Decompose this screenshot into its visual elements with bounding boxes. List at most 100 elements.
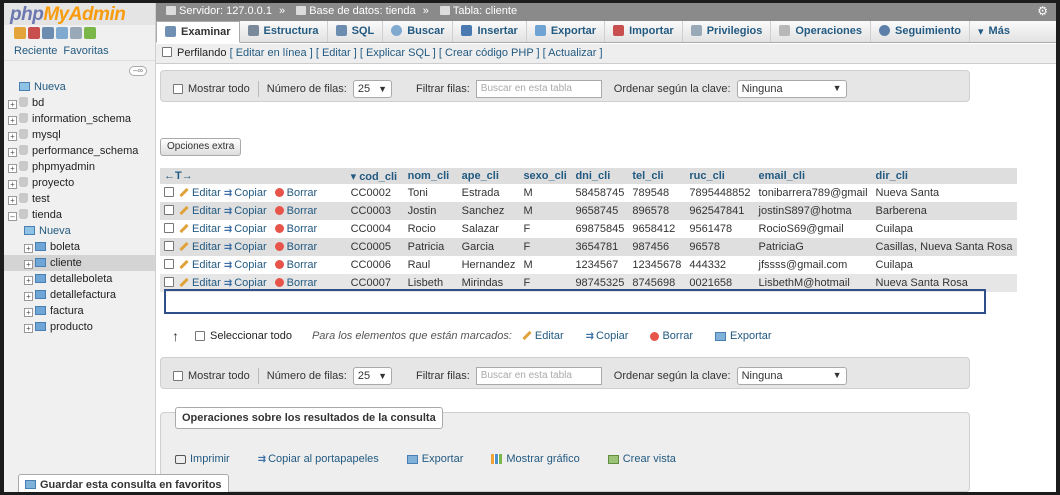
- cell-dir-cli[interactable]: Casillas, Nueva Santa Rosa: [871, 238, 1017, 256]
- cell-sexo-cli[interactable]: F: [519, 220, 572, 238]
- row-checkbox[interactable]: [164, 241, 174, 251]
- edit-row-button[interactable]: Editar: [179, 223, 221, 235]
- cell-email-cli[interactable]: jfssss@gmail.com: [754, 256, 872, 274]
- info-icon[interactable]: [56, 27, 68, 39]
- cell-ape-cli[interactable]: Estrada: [457, 184, 520, 202]
- copy-row-button[interactable]: ⇉ Copiar: [224, 223, 267, 235]
- tree-item-tienda-new[interactable]: Nueva: [4, 223, 155, 239]
- expand-icon[interactable]: +: [24, 324, 33, 333]
- cell-dir-cli[interactable]: Cuilapa: [871, 220, 1017, 238]
- tab-examinar[interactable]: Examinar: [156, 21, 240, 43]
- breadcrumb-server[interactable]: Servidor: 127.0.0.1: [179, 5, 272, 17]
- cell-dni-cli[interactable]: 1234567: [571, 256, 629, 274]
- edit-row-button[interactable]: Editar: [179, 277, 221, 289]
- delete-row-button[interactable]: Borrar: [274, 205, 317, 217]
- tab-importar[interactable]: Importar: [605, 21, 683, 42]
- cell-ruc-cli[interactable]: 7895448852: [685, 184, 755, 202]
- bulk-copy-button[interactable]: ⇉ Copiar: [586, 330, 629, 342]
- copy-clipboard-link[interactable]: ⇉ Copiar al portapapeles: [258, 453, 379, 465]
- cell-nom-cli[interactable]: Raul: [403, 256, 458, 274]
- filter-rows-input[interactable]: Buscar en esta tabla: [475, 80, 602, 98]
- expand-icon[interactable]: +: [24, 276, 33, 285]
- tab-privilegios[interactable]: Privilegios: [683, 21, 772, 42]
- select-all-checkbox[interactable]: [195, 331, 205, 341]
- expand-icon[interactable]: +: [24, 292, 33, 301]
- cell-nom-cli[interactable]: Rocio: [403, 220, 458, 238]
- copy-row-button[interactable]: ⇉ Copiar: [224, 187, 267, 199]
- cell-ruc-cli[interactable]: 962547841: [685, 202, 755, 220]
- column-resize-icon[interactable]: ←T→: [160, 168, 271, 184]
- tree-item-detallefactura[interactable]: + detallefactura: [4, 287, 155, 303]
- cell-dir-cli[interactable]: Nueva Santa Rosa: [871, 274, 1017, 292]
- show-all-checkbox[interactable]: [173, 84, 183, 94]
- expand-icon[interactable]: +: [24, 260, 33, 269]
- cell-dir-cli[interactable]: Nueva Santa: [871, 184, 1017, 202]
- cell-cod-cli[interactable]: CC0003: [346, 202, 404, 220]
- sort-select[interactable]: Ninguna ▼: [736, 367, 847, 385]
- delete-row-button[interactable]: Borrar: [274, 187, 317, 199]
- delete-row-button[interactable]: Borrar: [274, 277, 317, 289]
- cell-dni-cli[interactable]: 58458745: [571, 184, 629, 202]
- expand-icon[interactable]: +: [8, 180, 17, 189]
- cell-ape-cli[interactable]: Garcia: [457, 238, 520, 256]
- delete-row-button[interactable]: Borrar: [274, 241, 317, 253]
- tree-item-test[interactable]: + test: [4, 191, 155, 207]
- print-link[interactable]: Imprimir: [175, 453, 230, 465]
- cell-dni-cli[interactable]: 3654781: [571, 238, 629, 256]
- cell-ape-cli[interactable]: Salazar: [457, 220, 520, 238]
- breadcrumb-table[interactable]: Tabla: cliente: [453, 5, 517, 17]
- cell-dir-cli[interactable]: Cuilapa: [871, 256, 1017, 274]
- create-view-link[interactable]: Crear vista: [607, 453, 676, 465]
- tab-seguimiento[interactable]: Seguimiento: [871, 21, 971, 42]
- cell-sexo-cli[interactable]: M: [519, 202, 572, 220]
- tab-sql[interactable]: SQL: [328, 21, 384, 42]
- expand-icon[interactable]: +: [8, 116, 17, 125]
- copy-row-button[interactable]: ⇉ Copiar: [224, 241, 267, 253]
- tree-item-factura[interactable]: + factura: [4, 303, 155, 319]
- collapse-icon[interactable]: –∞: [129, 66, 147, 76]
- extra-options-button[interactable]: Opciones extra: [160, 138, 242, 156]
- header-ape-cli[interactable]: ape_cli: [457, 168, 520, 184]
- bookmark-query[interactable]: Guardar esta consulta en favoritos: [18, 474, 229, 492]
- cell-ape-cli[interactable]: Mirindas: [457, 274, 520, 292]
- cell-email-cli[interactable]: jostinS897@hotma: [754, 202, 872, 220]
- breadcrumb-database[interactable]: Base de datos: tienda: [309, 5, 415, 17]
- cell-dir-cli[interactable]: Barberena: [871, 202, 1017, 220]
- cell-sexo-cli[interactable]: F: [519, 274, 572, 292]
- cell-email-cli[interactable]: RocioS69@gmail: [754, 220, 872, 238]
- sort-select[interactable]: Ninguna ▼: [736, 80, 847, 98]
- delete-row-button[interactable]: Borrar: [274, 259, 317, 271]
- cell-dni-cli[interactable]: 9658745: [571, 202, 629, 220]
- expand-icon[interactable]: +: [8, 148, 17, 157]
- expand-icon[interactable]: +: [8, 100, 17, 109]
- header-ruc-cli[interactable]: ruc_cli: [685, 168, 755, 184]
- bulk-export-button[interactable]: Exportar: [715, 330, 772, 342]
- logout-icon[interactable]: [28, 27, 40, 39]
- header-email-cli[interactable]: email_cli: [754, 168, 872, 184]
- docs-icon[interactable]: [42, 27, 54, 39]
- cell-nom-cli[interactable]: Patricia: [403, 238, 458, 256]
- tab-estructura[interactable]: Estructura: [240, 21, 328, 42]
- tree-item-proyecto[interactable]: + proyecto: [4, 175, 155, 191]
- tree-item-boleta[interactable]: + boleta: [4, 239, 155, 255]
- row-checkbox[interactable]: [164, 277, 174, 287]
- home-icon[interactable]: [14, 27, 26, 39]
- row-checkbox[interactable]: [164, 223, 174, 233]
- cell-cod-cli[interactable]: CC0004: [346, 220, 404, 238]
- reload-icon[interactable]: [84, 27, 96, 39]
- cell-dni-cli[interactable]: 98745325: [571, 274, 629, 292]
- gear-icon[interactable]: ⚙: [1037, 4, 1048, 18]
- copy-row-button[interactable]: ⇉ Copiar: [224, 205, 267, 217]
- cell-email-cli[interactable]: LisbethM@hotmail: [754, 274, 872, 292]
- show-chart-link[interactable]: Mostrar gráfico: [491, 453, 580, 465]
- profiling-checkbox[interactable]: [162, 47, 172, 57]
- cell-nom-cli[interactable]: Toni: [403, 184, 458, 202]
- cell-tel-cli[interactable]: 896578: [628, 202, 686, 220]
- cell-ruc-cli[interactable]: 444332: [685, 256, 755, 274]
- cell-tel-cli[interactable]: 9658412: [628, 220, 686, 238]
- cell-tel-cli[interactable]: 789548: [628, 184, 686, 202]
- cell-nom-cli[interactable]: Lisbeth: [403, 274, 458, 292]
- rows-select[interactable]: 25 ▼: [352, 367, 393, 385]
- edit-row-button[interactable]: Editar: [179, 205, 221, 217]
- cell-cod-cli[interactable]: CC0006: [346, 256, 404, 274]
